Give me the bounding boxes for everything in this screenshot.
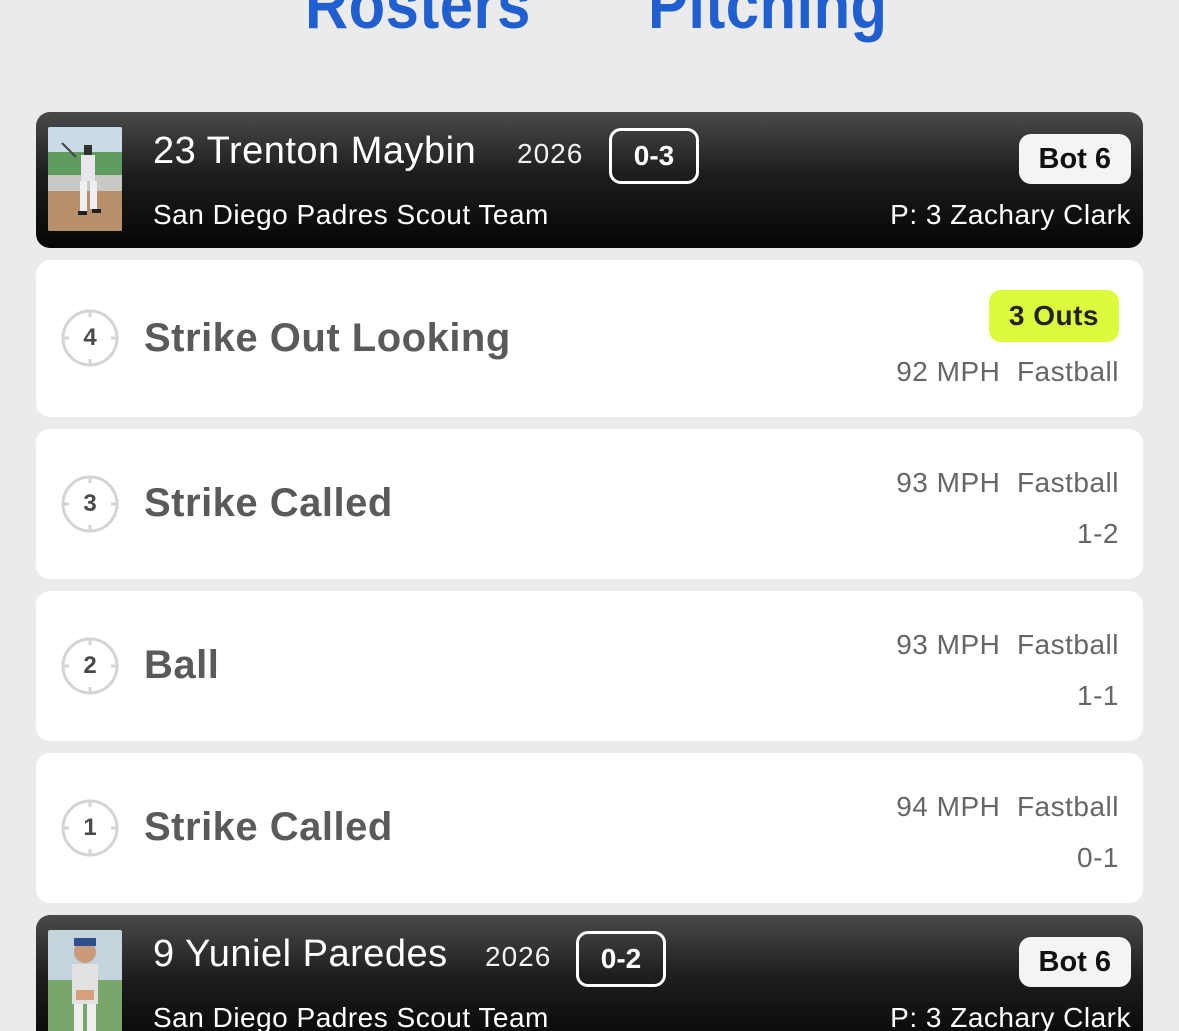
pitch-type: Fastball — [1016, 356, 1119, 387]
pitch-result: Strike Called — [144, 805, 393, 849]
pitch-speed: 94 MPH — [896, 791, 1001, 822]
pitch-number: 1 — [83, 814, 97, 841]
at-bat-count-badge: 0-2 — [576, 931, 666, 987]
pitch-count: 1-2 — [1077, 518, 1119, 549]
pitch-count: 1-1 — [1077, 680, 1119, 711]
pitch-type: Fastball — [1016, 791, 1119, 822]
pitch-row[interactable]: 1 Strike Called 94 MPH Fastball 0-1 — [36, 753, 1143, 903]
batter-header-card[interactable]: 23 Trenton Maybin 2026 0-3 Bot 6 San Die… — [36, 112, 1143, 248]
pitch-result: Strike Out Looking — [144, 316, 511, 360]
pitch-number: 2 — [83, 652, 97, 679]
batter-class-year: 2026 — [485, 941, 552, 972]
pitch-number: 3 — [83, 490, 97, 517]
pitch-row[interactable]: 4 Strike Out Looking 3 Outs 92 MPH Fastb… — [36, 260, 1143, 417]
batter-header-card[interactable]: 9 Yuniel Paredes 2026 0-2 Bot 6 San Dieg… — [36, 915, 1143, 1031]
pitch-speed-type: 94 MPH Fastball — [896, 791, 1119, 823]
batter-name: 9 Yuniel Paredes — [153, 933, 448, 975]
player-photo — [48, 930, 122, 1031]
pitch-speed-type: 93 MPH Fastball — [896, 629, 1119, 661]
baseball-icon: 2 — [60, 636, 120, 696]
team-name: San Diego Padres Scout Team — [153, 1002, 549, 1031]
baseball-icon: 1 — [60, 798, 120, 858]
pitch-speed: 92 MPH — [896, 356, 1001, 387]
pitch-log-screen: Rosters Pitching 23 Trenton Maybin 2026 … — [0, 0, 1179, 1031]
pitch-result: Ball — [144, 643, 220, 687]
pitch-result: Strike Called — [144, 481, 393, 525]
pitch-row[interactable]: 2 Ball 93 MPH Fastball 1-1 — [36, 591, 1143, 741]
baseball-icon: 4 — [60, 308, 120, 368]
batter-class-year: 2026 — [517, 138, 584, 169]
pitch-type: Fastball — [1016, 467, 1119, 498]
pitcher-label: P: 3 Zachary Clark — [890, 1002, 1131, 1031]
pitch-row[interactable]: 3 Strike Called 93 MPH Fastball 1-2 — [36, 429, 1143, 579]
at-bat-count-badge: 0-3 — [609, 128, 699, 184]
pitch-speed: 93 MPH — [896, 467, 1001, 498]
player-photo — [48, 127, 122, 231]
tab-rosters[interactable]: Rosters — [305, 0, 531, 44]
pitch-type: Fastball — [1016, 629, 1119, 660]
tab-pitching[interactable]: Pitching — [648, 0, 888, 44]
inning-badge: Bot 6 — [1018, 134, 1131, 184]
baseball-icon: 3 — [60, 474, 120, 534]
outs-badge: 3 Outs — [988, 290, 1119, 342]
pitcher-label: P: 3 Zachary Clark — [890, 199, 1131, 230]
inning-badge: Bot 6 — [1018, 937, 1131, 987]
pitch-speed: 93 MPH — [896, 629, 1001, 660]
pitch-speed-type: 93 MPH Fastball — [896, 467, 1119, 499]
pitch-count: 0-1 — [1077, 842, 1119, 873]
team-name: San Diego Padres Scout Team — [153, 199, 549, 230]
batter-name: 23 Trenton Maybin — [153, 130, 477, 172]
pitch-speed-type: 92 MPH Fastball — [896, 356, 1119, 388]
pitch-number: 4 — [83, 324, 97, 351]
